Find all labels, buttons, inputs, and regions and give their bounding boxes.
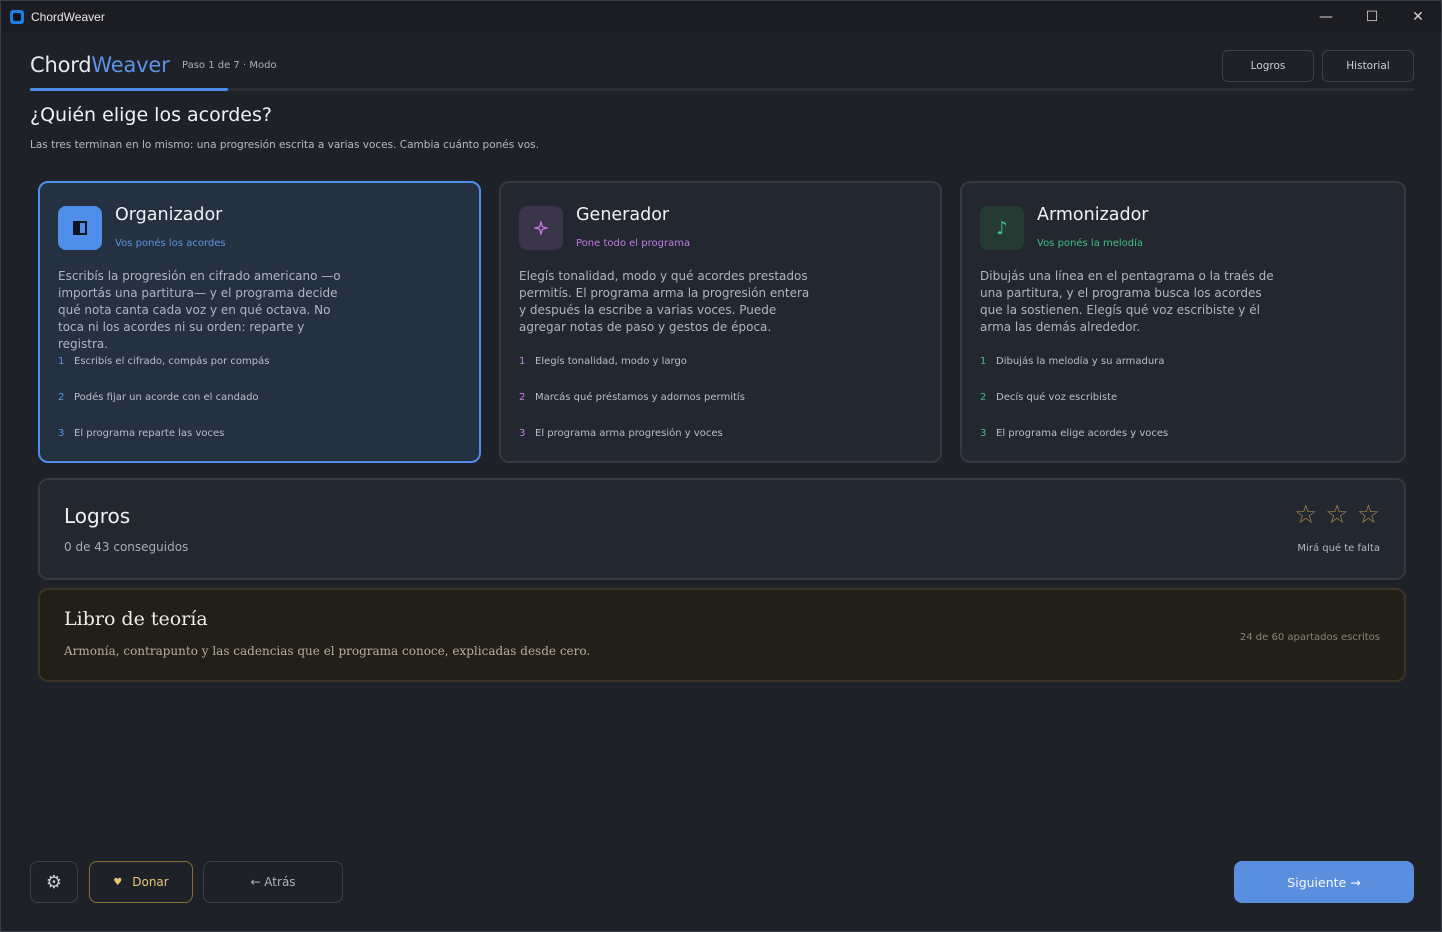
mode-step: 1 Escribís el cifrado, compás por compás bbox=[58, 356, 269, 367]
star-icon: ☆ bbox=[1294, 500, 1318, 530]
logo-part-chord: Chord bbox=[30, 53, 92, 77]
achievements-count: 0 de 43 conseguidos bbox=[64, 540, 189, 554]
page-subtitle: Las tres terminan en lo mismo: una progr… bbox=[30, 139, 539, 151]
mode-title: Generador bbox=[576, 205, 670, 225]
settings-button[interactable]: ⚙ bbox=[30, 861, 78, 903]
app-icon bbox=[10, 9, 24, 24]
mode-description: Elegís tonalidad, modo y qué acordes pre… bbox=[519, 269, 810, 334]
achievements-panel[interactable]: Logros 0 de 43 conseguidos ☆ ☆ ☆ Mirá qu… bbox=[38, 478, 1406, 580]
mode-description: Escribís la progresión en cifrado americ… bbox=[58, 269, 341, 351]
step-text: Elegís tonalidad, modo y largo bbox=[535, 356, 687, 367]
mode-step: 1 Elegís tonalidad, modo y largo bbox=[519, 356, 687, 367]
mode-tag: Vos ponés la melodía bbox=[1037, 238, 1144, 249]
window-controls: — ☐ ✕ bbox=[1303, 1, 1441, 32]
mode-card-generador[interactable]: Generador Pone todo el programa Elegís t… bbox=[499, 181, 942, 463]
app-logo: ChordWeaver bbox=[30, 53, 170, 77]
star-icon: ☆ bbox=[1325, 500, 1349, 530]
achievements-title: Logros bbox=[64, 504, 131, 528]
step-text: Dibujás la melodía y su armadura bbox=[996, 356, 1165, 367]
achievements-caption: Mirá qué te falta bbox=[1297, 543, 1380, 554]
step-number: 2 bbox=[980, 392, 987, 403]
step-text: Escribís el cifrado, compás por compás bbox=[74, 356, 270, 367]
minimize-button[interactable]: — bbox=[1303, 1, 1349, 32]
step-number: 1 bbox=[519, 356, 526, 367]
progress-bar bbox=[30, 88, 1414, 91]
history-button[interactable]: Historial bbox=[1322, 50, 1414, 82]
step-number: 1 bbox=[980, 356, 987, 367]
mode-tag: Vos ponés los acordes bbox=[115, 238, 226, 249]
mode-step: 3 El programa reparte las voces bbox=[58, 428, 224, 439]
step-text: El programa elige acordes y voces bbox=[996, 428, 1169, 439]
step-indicator: Paso 1 de 7 · Modo bbox=[182, 60, 277, 71]
mode-step: 2 Marcás qué préstamos y adornos permitís bbox=[519, 392, 745, 403]
step-number: 2 bbox=[519, 392, 526, 403]
step-text: Podés fijar un acorde con el candado bbox=[74, 392, 259, 403]
back-button[interactable]: ← Atrás bbox=[203, 861, 343, 903]
progress-fill bbox=[30, 88, 228, 91]
theory-book-description: Armonía, contrapunto y las cadencias que… bbox=[64, 644, 591, 658]
close-button[interactable]: ✕ bbox=[1395, 1, 1441, 32]
mode-tag: Pone todo el programa bbox=[576, 238, 691, 249]
step-number: 1 bbox=[58, 356, 65, 367]
panel-icon bbox=[58, 206, 102, 250]
step-text: El programa reparte las voces bbox=[74, 428, 225, 439]
donate-label: Donar bbox=[132, 875, 169, 889]
gear-icon: ⚙ bbox=[45, 871, 63, 893]
theory-book-panel[interactable]: Libro de teoría Armonía, contrapunto y l… bbox=[38, 588, 1406, 682]
sparkle-icon bbox=[519, 206, 563, 250]
mode-step: 1 Dibujás la melodía y su armadura bbox=[980, 356, 1164, 367]
mode-card-organizador[interactable]: Organizador Vos ponés los acordes Escrib… bbox=[38, 181, 481, 463]
theory-book-count: 24 de 60 apartados escritos bbox=[1239, 632, 1380, 643]
step-text: Decís qué voz escribiste bbox=[996, 392, 1118, 403]
step-number: 3 bbox=[980, 428, 987, 439]
app-window: ChordWeaver — ☐ ✕ ChordWeaver Paso 1 de … bbox=[0, 0, 1442, 932]
maximize-button[interactable]: ☐ bbox=[1349, 1, 1395, 32]
donate-button[interactable]: ♥ Donar bbox=[89, 861, 193, 903]
mode-title: Armonizador bbox=[1037, 205, 1149, 225]
mode-step: 3 El programa arma progresión y voces bbox=[519, 428, 723, 439]
achievement-stars: ☆ ☆ ☆ bbox=[1294, 502, 1380, 528]
step-text: El programa arma progresión y voces bbox=[535, 428, 723, 439]
page-title: ¿Quién elige los acordes? bbox=[30, 104, 272, 126]
mode-title: Organizador bbox=[115, 205, 223, 225]
mode-step: 2 Decís qué voz escribiste bbox=[980, 392, 1117, 403]
window-title: ChordWeaver bbox=[31, 9, 105, 24]
achievements-button[interactable]: Logros bbox=[1222, 50, 1314, 82]
star-icon: ☆ bbox=[1356, 500, 1380, 530]
logo-part-weaver: Weaver bbox=[91, 53, 170, 77]
step-number: 2 bbox=[58, 392, 65, 403]
mode-step: 2 Podés fijar un acorde con el candado bbox=[58, 392, 259, 403]
step-number: 3 bbox=[519, 428, 526, 439]
step-text: Marcás qué préstamos y adornos permitís bbox=[535, 392, 745, 403]
mode-step: 3 El programa elige acordes y voces bbox=[980, 428, 1168, 439]
heart-icon: ♥ bbox=[113, 876, 123, 888]
music-note-icon: ♪ bbox=[980, 206, 1024, 250]
title-bar: ChordWeaver — ☐ ✕ bbox=[1, 1, 1441, 32]
next-button[interactable]: Siguiente → bbox=[1234, 861, 1414, 903]
step-number: 3 bbox=[58, 428, 65, 439]
mode-description: Dibujás una línea en el pentagrama o la … bbox=[980, 269, 1274, 334]
mode-card-armonizador[interactable]: ♪ Armonizador Vos ponés la melodía Dibuj… bbox=[960, 181, 1406, 463]
theory-book-title: Libro de teoría bbox=[64, 608, 208, 630]
